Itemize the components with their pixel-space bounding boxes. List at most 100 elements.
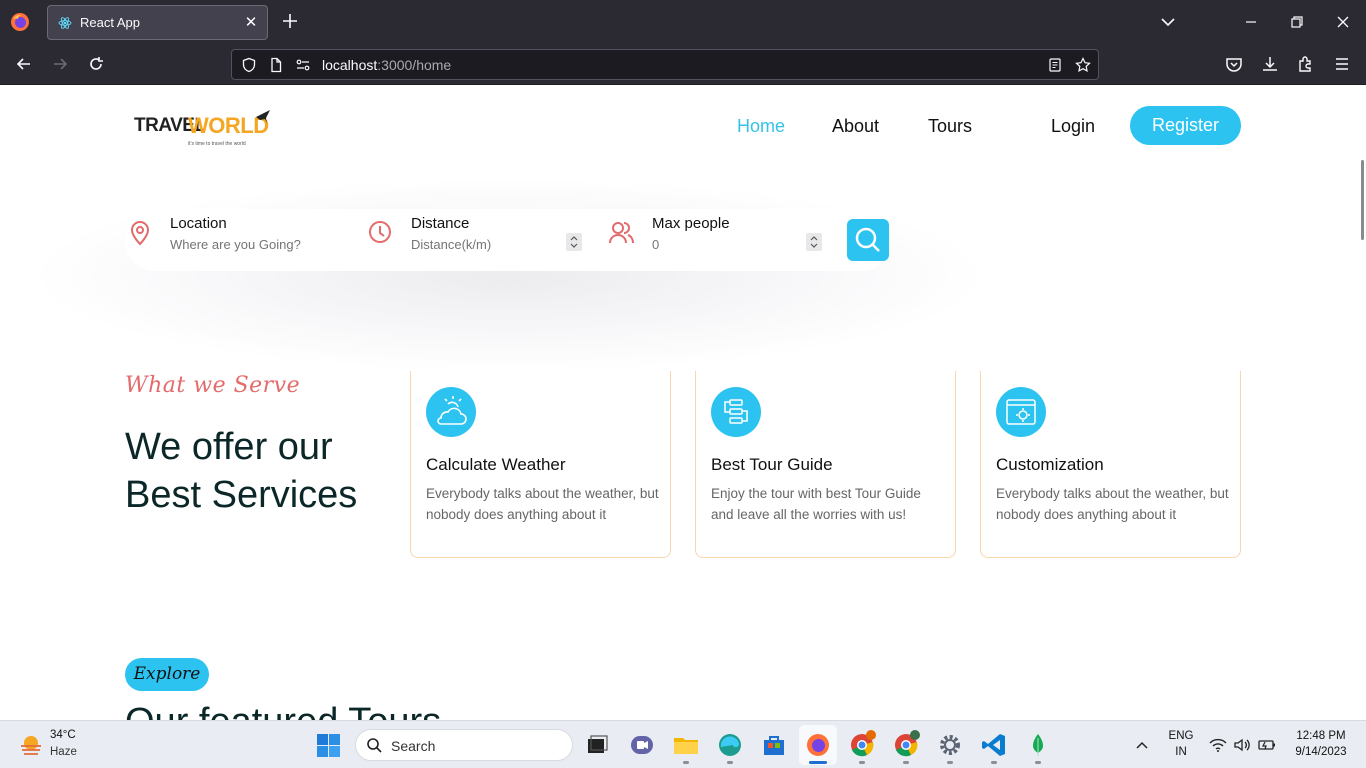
clock-time[interactable]: 12:48 PM	[1286, 730, 1356, 742]
firefox-icon[interactable]	[10, 12, 30, 32]
haze-weather-icon[interactable]	[18, 732, 44, 758]
taskbar-search-text: Search	[391, 738, 436, 754]
explore-badge: Explore	[125, 658, 209, 691]
taskbar-search[interactable]: Search	[355, 729, 573, 761]
service-card-guide: Best Tour Guide Enjoy the tour with best…	[695, 371, 956, 558]
distance-label: Distance	[411, 215, 470, 232]
mongodb-icon[interactable]	[1023, 730, 1053, 760]
site-logo[interactable]: TRAVEL WORLD it's time to travel the wor…	[132, 107, 274, 151]
running-indicator	[947, 761, 953, 764]
active-indicator	[809, 761, 827, 764]
chevron-up-icon[interactable]	[1135, 738, 1149, 752]
reload-icon[interactable]	[86, 54, 106, 74]
weather-icon	[426, 387, 476, 437]
nav-home[interactable]: Home	[737, 116, 785, 137]
volume-icon[interactable]	[1233, 737, 1251, 753]
search-icon	[367, 738, 382, 753]
page-icon[interactable]	[268, 57, 284, 73]
close-window-icon[interactable]	[1333, 12, 1353, 32]
card-title: Best Tour Guide	[711, 455, 833, 474]
clock-date[interactable]: 9/14/2023	[1286, 746, 1356, 758]
taskbar: 34°C Haze Search ENG IN 12:48 PM 9/14/20…	[0, 720, 1366, 768]
tour-guide-icon	[711, 387, 761, 437]
featured-tours-title: Our featured Tours	[125, 701, 441, 720]
back-icon[interactable]	[14, 54, 34, 74]
search-button[interactable]	[847, 219, 889, 261]
edge-browser-icon[interactable]	[715, 730, 745, 760]
downloads-icon[interactable]	[1260, 54, 1280, 74]
location-label: Location	[170, 215, 227, 232]
search-bar: Location Distance Max people	[125, 209, 891, 271]
web-page: TRAVEL WORLD it's time to travel the wor…	[0, 85, 1366, 720]
location-input[interactable]	[170, 235, 320, 253]
card-text: Everybody talks about the weather, but n…	[426, 486, 659, 522]
spinner-arrows-icon	[810, 236, 818, 248]
region-indicator[interactable]: IN	[1166, 746, 1196, 758]
battery-icon[interactable]	[1257, 737, 1277, 753]
max-people-input[interactable]	[652, 235, 802, 253]
service-card-customization: Customization Everybody talks about the …	[980, 371, 1241, 558]
distance-spinner[interactable]	[566, 233, 582, 251]
weather-desc: Haze	[50, 746, 77, 758]
card-text: Enjoy the tour with best Tour Guide and …	[711, 486, 921, 522]
clock-icon	[369, 221, 391, 243]
service-card-weather: Calculate Weather Everybody talks about …	[410, 371, 671, 558]
language-indicator[interactable]: ENG	[1166, 730, 1196, 742]
restore-icon[interactable]	[1287, 12, 1307, 32]
teams-chat-icon[interactable]	[627, 730, 657, 760]
people-spinner[interactable]	[806, 233, 822, 251]
running-indicator	[1035, 761, 1041, 764]
login-link[interactable]: Login	[1051, 116, 1095, 137]
running-indicator	[903, 761, 909, 764]
airplane-icon	[256, 110, 270, 123]
tab-title: React App	[80, 15, 140, 30]
browser-tab[interactable]: React App ✕	[47, 5, 268, 40]
services-subtitle: What we Serve	[125, 373, 301, 398]
running-indicator	[727, 761, 733, 764]
close-tab-icon[interactable]: ✕	[243, 14, 259, 30]
extensions-icon[interactable]	[1296, 54, 1316, 74]
temperature: 34°C	[50, 729, 76, 741]
nav-about[interactable]: About	[832, 116, 879, 137]
ms-store-icon[interactable]	[759, 730, 789, 760]
list-all-tabs-icon[interactable]	[1158, 12, 1178, 32]
new-tab-icon[interactable]	[280, 11, 300, 31]
spinner-arrows-icon	[570, 236, 578, 248]
forward-icon[interactable]	[50, 54, 70, 74]
running-indicator	[683, 761, 689, 764]
shield-icon[interactable]	[241, 57, 257, 73]
running-indicator	[991, 761, 997, 764]
task-view-icon[interactable]	[582, 730, 612, 760]
wifi-icon[interactable]	[1209, 737, 1227, 753]
settings-gear-icon[interactable]	[935, 730, 965, 760]
windows-start-icon[interactable]	[316, 733, 341, 758]
address-bar[interactable]: localhost:3000/home	[231, 49, 1099, 80]
search-icon	[855, 227, 880, 252]
page-scrollbar[interactable]	[1361, 160, 1364, 240]
browser-nav-bar: localhost:3000/home	[0, 44, 1366, 85]
users-icon	[609, 222, 634, 244]
bookmark-star-icon[interactable]	[1075, 57, 1091, 73]
react-icon	[58, 17, 72, 29]
register-button[interactable]: Register	[1130, 106, 1241, 145]
reader-view-icon[interactable]	[1047, 57, 1063, 73]
running-indicator	[859, 761, 865, 764]
vscode-icon[interactable]	[979, 730, 1009, 760]
file-explorer-icon[interactable]	[671, 730, 701, 760]
nav-tours[interactable]: Tours	[928, 116, 972, 137]
customization-icon	[996, 387, 1046, 437]
chrome-profile-icon[interactable]	[891, 730, 921, 760]
menu-icon[interactable]	[1332, 54, 1352, 74]
services-title: We offer our Best Services	[125, 426, 358, 516]
url-text: localhost:3000/home	[322, 57, 452, 73]
minimize-icon[interactable]	[1241, 12, 1261, 32]
browser-tab-bar: React App ✕	[0, 0, 1366, 44]
chrome-icon[interactable]	[847, 730, 877, 760]
card-title: Customization	[996, 455, 1104, 474]
max-people-label: Max people	[652, 215, 730, 232]
distance-input[interactable]	[411, 235, 561, 253]
pocket-icon[interactable]	[1224, 54, 1244, 74]
firefox-taskbar-icon[interactable]	[803, 730, 833, 760]
card-text: Everybody talks about the weather, but n…	[996, 486, 1229, 522]
permissions-icon[interactable]	[295, 57, 311, 73]
